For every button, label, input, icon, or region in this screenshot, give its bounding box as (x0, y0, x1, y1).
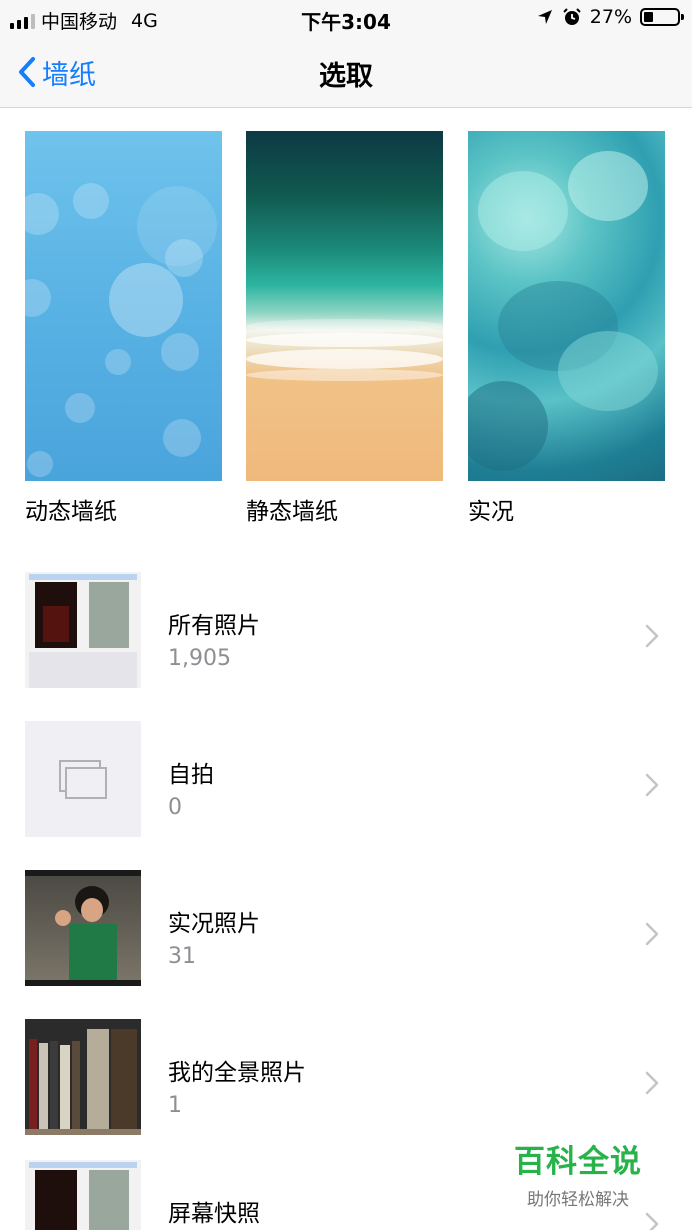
alarm-clock-icon (563, 8, 581, 25)
live-wallpaper-tile[interactable] (468, 131, 665, 481)
album-title: 自拍 (168, 762, 214, 788)
album-title: 所有照片 (168, 613, 260, 639)
dynamic-wallpaper-tile[interactable] (25, 131, 222, 481)
location-arrow-icon (537, 10, 552, 24)
navigation-bar: 墙纸 选取 (0, 36, 692, 108)
status-bar: 中国移动 4G 下午3:04 27% (0, 0, 692, 36)
album-thumbnail (25, 1019, 141, 1135)
page-title: 选取 (319, 61, 373, 92)
chevron-right-icon (645, 624, 659, 648)
album-row-all-photos[interactable]: 所有照片 1,905 (0, 572, 692, 690)
album-title: 我的全景照片 (168, 1060, 306, 1086)
album-thumbnail (25, 721, 141, 837)
wallpaper-label-still: 静态墙纸 (246, 499, 338, 525)
album-thumbnail (25, 870, 141, 986)
album-thumbnail (25, 572, 141, 688)
album-row-panoramas[interactable]: 我的全景照片 1 (0, 1019, 692, 1137)
watermark: 百科全说 助你轻松解决 (514, 1136, 642, 1210)
still-wallpaper-tile[interactable] (246, 131, 443, 481)
chevron-right-icon (645, 922, 659, 946)
battery-icon (640, 8, 684, 26)
album-thumbnail (25, 1160, 141, 1230)
album-title: 实况照片 (168, 911, 260, 937)
album-title: 屏幕快照 (168, 1201, 260, 1227)
album-count: 0 (168, 795, 182, 820)
wallpaper-picker-screen: 中国移动 4G 下午3:04 27% 墙纸 选取 动态墙纸 静态墙纸 实况 所有… (0, 0, 692, 1230)
empty-album-icon (59, 760, 107, 799)
wallpaper-label-dynamic: 动态墙纸 (25, 499, 117, 525)
chevron-right-icon (645, 1071, 659, 1095)
watermark-subtitle: 助你轻松解决 (527, 1190, 629, 1210)
album-count: 31 (168, 944, 196, 969)
watermark-title: 百科全说 (514, 1144, 642, 1180)
album-row-selfies[interactable]: 自拍 0 (0, 721, 692, 839)
wallpaper-label-live: 实况 (468, 499, 514, 525)
chevron-right-icon (645, 1212, 659, 1230)
status-right: 27% (536, 6, 684, 28)
battery-percent: 27% (589, 6, 632, 28)
album-count: 1 (168, 1093, 182, 1118)
chevron-right-icon (645, 773, 659, 797)
album-count: 1,905 (168, 646, 231, 671)
album-row-live-photos[interactable]: 实况照片 31 (0, 870, 692, 988)
